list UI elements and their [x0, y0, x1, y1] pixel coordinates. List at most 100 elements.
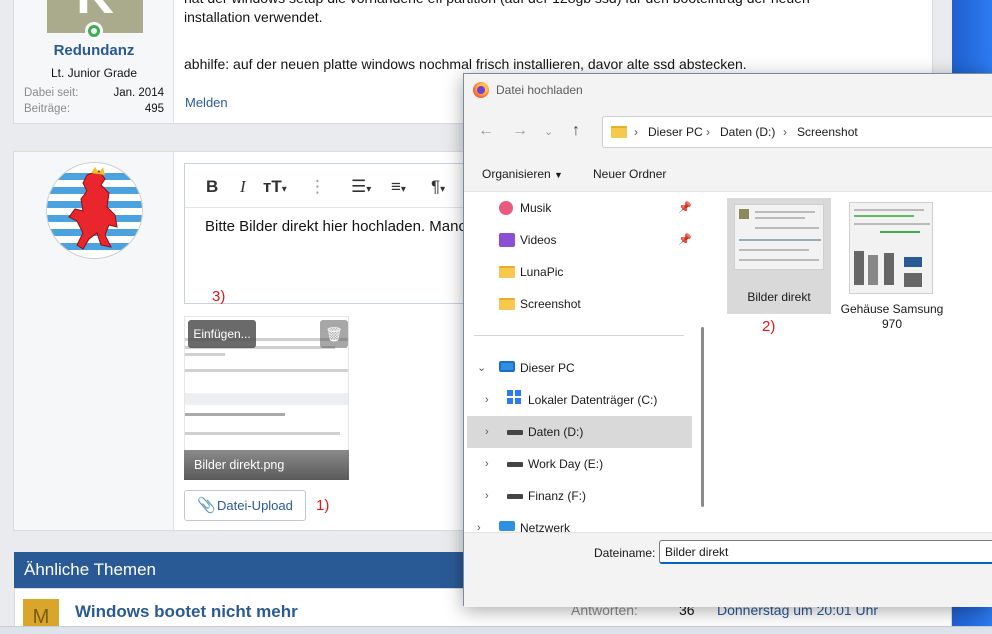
chevron-right-icon[interactable]: ›	[485, 384, 489, 416]
nav-item-screenshot[interactable]: Screenshot	[464, 288, 692, 320]
paragraph-button[interactable]: ¶▾	[431, 177, 445, 197]
breadcrumb-chevron-icon: ›	[634, 125, 638, 139]
avatar[interactable]	[46, 162, 143, 259]
new-folder-button[interactable]: Neuer Ordner	[593, 167, 666, 181]
computer-icon	[499, 361, 515, 372]
nav-item-drive-f[interactable]: › Finanz (F:)	[464, 480, 692, 512]
folder-icon	[611, 126, 627, 138]
paperclip-icon: 📎	[197, 497, 216, 514]
file-item[interactable]: Bilder direkt	[727, 198, 831, 314]
nav-item-label: Musik	[520, 201, 552, 215]
files-pane: Bilder direkt Gehäuse Samsung 970 2)	[710, 192, 992, 532]
chevron-right-icon[interactable]: ›	[485, 416, 489, 448]
thumb-line	[755, 227, 819, 229]
thumb-text-line	[185, 353, 225, 356]
drive-icon	[507, 430, 523, 435]
nav-item-musik[interactable]: Musik 📌	[464, 192, 692, 224]
recent-locations-chevron-icon[interactable]: ⌄	[544, 125, 553, 138]
italic-button[interactable]: I	[240, 177, 246, 197]
thumb-line	[739, 239, 821, 241]
chevron-down-icon[interactable]: ⌄	[477, 352, 486, 384]
chevron-right-icon[interactable]: ›	[485, 448, 489, 480]
file-upload-button[interactable]: 📎 Datei-Upload	[184, 490, 306, 521]
align-icon: ≡	[391, 177, 401, 196]
folder-icon	[499, 298, 515, 310]
joined-label: Dabei seit:	[24, 87, 79, 99]
thread-title-link[interactable]: Windows bootet nicht mehr	[75, 602, 298, 622]
windows-drive-icon	[507, 390, 521, 404]
insert-attachment-button[interactable]: Einfügen...	[188, 320, 256, 348]
username[interactable]: Redundanz	[14, 42, 174, 59]
post-user-column	[14, 152, 174, 530]
video-icon	[499, 233, 515, 247]
thumb-block	[854, 251, 864, 285]
file-thumbnail	[849, 202, 933, 294]
nav-item-videos[interactable]: Videos 📌	[464, 224, 692, 256]
nav-divider	[474, 335, 684, 336]
user-joined: Dabei seit: Jan. 2014	[24, 87, 164, 99]
attachment-filename: Bilder direkt.png	[184, 450, 349, 480]
delete-attachment-button[interactable]: 🗑	[320, 320, 348, 348]
chevron-right-icon[interactable]: ›	[485, 480, 489, 512]
chevron-right-icon[interactable]: ›	[477, 512, 481, 532]
file-upload-label: Datei-Upload	[217, 498, 293, 513]
post-text-line: abhilfe: auf der neuen platte windows no…	[184, 56, 747, 72]
nav-pane-scrollbar[interactable]	[701, 327, 704, 507]
text-size-button[interactable]: тT▾	[263, 177, 287, 197]
nav-item-netzwerk[interactable]: › Netzwerk	[464, 512, 692, 532]
breadcrumb-item[interactable]: Dieser PC	[648, 125, 703, 139]
thumb-line	[739, 249, 809, 251]
list-button[interactable]: ☰▾	[351, 177, 371, 197]
nav-item-label: Dieser PC	[520, 361, 575, 375]
organize-menu-button[interactable]: Organisieren ▼	[482, 167, 563, 181]
network-icon	[499, 521, 515, 531]
file-item[interactable]: Gehäuse Samsung 970	[840, 198, 944, 331]
text-size-icon: тT	[263, 177, 282, 196]
filename-input[interactable]: Bilder direkt	[659, 540, 992, 564]
up-arrow-icon[interactable]: ↑	[572, 122, 580, 140]
forward-arrow-icon[interactable]: →	[512, 122, 528, 140]
breadcrumb-chevron-icon: ›	[783, 125, 787, 139]
nav-item-label: Daten (D:)	[528, 425, 584, 439]
post-text-line: hat der windows setup die vorhandene efi…	[184, 0, 810, 8]
breadcrumb-item[interactable]: Daten (D:)	[720, 125, 775, 139]
editor-content[interactable]: Bitte Bilder direkt hier hochladen. Manc	[205, 218, 466, 235]
file-thumbnail	[734, 204, 824, 270]
nav-item-label: Screenshot	[520, 297, 581, 311]
online-status-icon	[85, 22, 103, 40]
more-options-icon[interactable]: ⋮	[309, 177, 326, 197]
command-bar: Organisieren ▼ Neuer Ordner	[464, 156, 992, 192]
align-button[interactable]: ≡▾	[391, 177, 406, 197]
posts-label: Beiträge:	[24, 103, 71, 115]
folder-icon	[499, 266, 515, 278]
back-arrow-icon[interactable]: ←	[478, 122, 494, 140]
nav-item-label: Finanz (F:)	[528, 489, 587, 503]
thumb-line	[854, 209, 924, 211]
navigation-bar: ← → ⌄ ↑ › Dieser PC › Daten (D:) › Scree…	[464, 108, 992, 156]
annotation-step-1: 1)	[316, 497, 330, 514]
list-icon: ☰	[351, 177, 367, 196]
filename-row: Dateiname: Bilder direkt	[464, 532, 992, 607]
nav-item-drive-e[interactable]: › Work Day (E:)	[464, 448, 692, 480]
post-user-column: K Redundanz Lt. Junior Grade Dabei seit:…	[14, 0, 174, 123]
nav-item-label: Work Day (E:)	[528, 457, 604, 471]
report-link[interactable]: Melden	[185, 95, 228, 110]
nav-item-drive-c[interactable]: › Lokaler Datenträger (C:)	[464, 384, 692, 416]
joined-value: Jan. 2014	[113, 87, 164, 99]
nav-item-drive-d[interactable]: › Daten (D:)	[467, 416, 692, 448]
address-bar[interactable]: › Dieser PC › Daten (D:) › Screenshot	[602, 116, 992, 148]
nav-item-dieser-pc[interactable]: ⌄ Dieser PC	[464, 352, 692, 384]
pin-icon: 📌	[678, 202, 692, 214]
file-name: Bilder direkt	[747, 290, 811, 304]
bold-button[interactable]: B	[206, 177, 218, 197]
breadcrumb-item[interactable]: Screenshot	[797, 125, 858, 139]
thumb-block	[904, 273, 922, 287]
nav-item-lunapic[interactable]: LunaPic	[464, 256, 692, 288]
dialog-title-bar[interactable]: Datei hochladen	[464, 74, 992, 108]
music-icon	[499, 201, 513, 215]
rich-text-editor[interactable]: B I тT▾ ⋮ ☰▾ ≡▾ ¶▾ Bitte Bilder direkt h…	[184, 163, 484, 304]
chevron-down-icon: ▼	[554, 170, 563, 180]
chevron-down-icon: ▾	[281, 184, 287, 195]
filename-label: Dateiname:	[594, 546, 656, 560]
dialog-title: Datei hochladen	[496, 83, 583, 97]
